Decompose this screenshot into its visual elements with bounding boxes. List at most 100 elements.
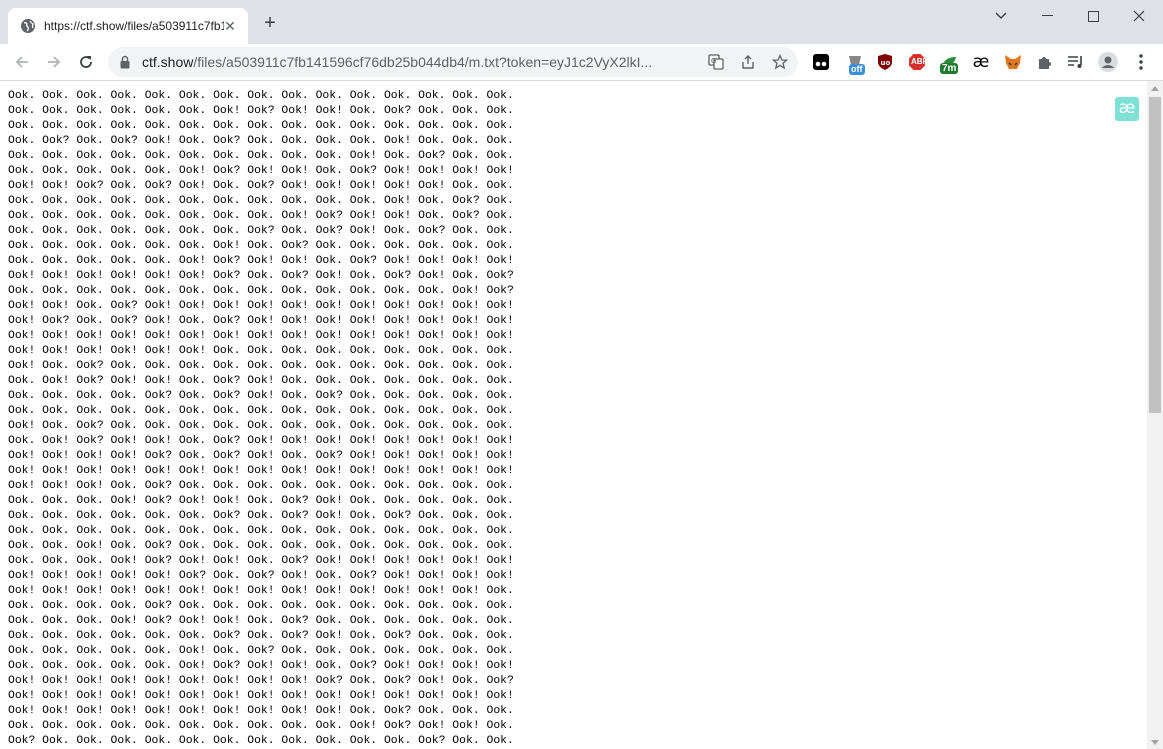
ook-line: Ook. Ook. Ook. Ook! Ook? Ook! Ook! Ook. … xyxy=(8,495,514,507)
minimize-icon xyxy=(1041,15,1053,16)
ook-line: Ook! Ook! Ook! Ook! Ook! Ook! Ook! Ook! … xyxy=(8,330,514,342)
scrollbar-thumb[interactable] xyxy=(1149,97,1161,413)
abp-label: ABP xyxy=(911,57,928,66)
ook-line: Ook. Ook. Ook. Ook. Ook. Ook. Ook. Ook. … xyxy=(8,120,514,132)
ook-line: Ook! Ook! Ook! Ook! Ook! Ook! Ook! Ook! … xyxy=(8,675,514,687)
extension-metamask[interactable] xyxy=(1003,52,1023,72)
address-bar[interactable]: ctf.show/files/a503911c7fb141596cf76db25… xyxy=(108,47,798,77)
arrow-left-icon xyxy=(15,56,28,68)
ook-line: Ook! Ook! Ook! Ook! Ook! Ook! Ook! Ook! … xyxy=(8,705,514,717)
extension-timer[interactable]: 7m xyxy=(939,52,959,74)
scroll-down-arrow-icon[interactable] xyxy=(1151,740,1159,745)
forward-button[interactable] xyxy=(42,50,66,74)
scroll-up-arrow-icon[interactable] xyxy=(1151,86,1159,91)
bookmark-star-icon[interactable] xyxy=(772,54,788,70)
extension-adblock-plus[interactable]: ABP xyxy=(907,52,928,72)
ook-line: Ook. Ook. Ook. Ook! Ook? Ook! Ook! Ook. … xyxy=(8,555,514,567)
ook-line: Ook. Ook. Ook. Ook. Ook. Ook. Ook. Ook. … xyxy=(8,210,514,222)
url-text[interactable]: ctf.show/files/a503911c7fb141596cf76db25… xyxy=(142,54,702,70)
ook-line: Ook. Ook. Ook! Ook. Ook? Ook. Ook. Ook. … xyxy=(8,540,514,552)
timer-badge: 7m xyxy=(940,63,959,74)
maximize-button[interactable] xyxy=(1070,0,1116,32)
back-button[interactable] xyxy=(10,50,34,74)
ook-line: Ook! Ook! Ook! Ook! Ook! Ook? Ook. Ook? … xyxy=(8,570,514,582)
tab-title: https://ctf.show/files/a503911c7fb141596… xyxy=(44,19,224,33)
ook-line: Ook. Ook. Ook. Ook. Ook. Ook. Ook. Ook? … xyxy=(8,225,514,237)
ook-line: Ook. Ook! Ook? Ook! Ook! Ook. Ook? Ook! … xyxy=(8,435,514,447)
ook-line: Ook. Ook. Ook. Ook. Ook. Ook. Ook. Ook. … xyxy=(8,525,514,537)
ook-line: Ook! Ook! Ook! Ook! Ook! Ook! Ook? Ook. … xyxy=(8,270,514,282)
page-content: Ook. Ook. Ook. Ook. Ook. Ook. Ook. Ook. … xyxy=(0,81,1147,749)
browser-toolbar: ctf.show/files/a503911c7fb141596cf76db25… xyxy=(0,44,1163,81)
ook-line: Ook! Ook! Ook! Ook. Ook? Ook. Ook. Ook. … xyxy=(8,480,514,492)
active-tab[interactable]: https://ctf.show/files/a503911c7fb141596… xyxy=(8,8,248,44)
close-window-button[interactable] xyxy=(1116,0,1162,32)
vertical-scrollbar[interactable] xyxy=(1147,81,1163,749)
ook-line: Ook! Ook! Ook! Ook! Ook! Ook! Ook. Ook. … xyxy=(8,345,514,357)
chevron-down-icon xyxy=(995,12,1007,19)
ook-line: Ook. Ook! Ook? Ook! Ook! Ook. Ook? Ook! … xyxy=(8,375,514,387)
share-icon[interactable] xyxy=(740,54,756,70)
ae-icon: æ xyxy=(972,52,990,72)
extension-ae[interactable]: æ xyxy=(971,52,991,72)
translate-icon[interactable]: G xyxy=(708,54,724,70)
svg-text:G: G xyxy=(711,57,716,65)
ook-line: Ook? Ook. Ook. Ook. Ook. Ook. Ook. Ook. … xyxy=(8,735,514,747)
media-control-button[interactable] xyxy=(1066,52,1086,72)
ook-line: Ook. Ook. Ook. Ook! Ook? Ook! Ook! Ook. … xyxy=(8,615,514,627)
ook-line: Ook! Ook! Ook! Ook! Ook? Ook. Ook? Ook! … xyxy=(8,450,514,462)
url-host: ctf.show xyxy=(142,54,194,70)
ook-line: Ook. Ook. Ook. Ook. Ook. Ook. Ook. Ook. … xyxy=(8,405,514,417)
ook-line: Ook! Ook. Ook? Ook. Ook. Ook. Ook. Ook. … xyxy=(8,420,514,432)
ublock-shield-icon: uo xyxy=(878,54,892,70)
new-tab-button[interactable]: + xyxy=(260,13,280,34)
globe-icon xyxy=(21,19,35,33)
tab-strip: https://ctf.show/files/a503911c7fb141596… xyxy=(0,0,1163,44)
profile-button[interactable] xyxy=(1098,52,1118,72)
ook-line: Ook. Ook. Ook. Ook. Ook. Ook. Ook! Ook? … xyxy=(8,105,514,117)
close-icon xyxy=(1133,10,1145,22)
ook-line: Ook. Ook. Ook. Ook. Ook. Ook! Ook? Ook! … xyxy=(8,660,514,672)
ook-line: Ook. Ook. Ook. Ook. Ook? Ook. Ook. Ook. … xyxy=(8,600,514,612)
url-path: /files/a503911c7fb141596cf76db25b044db4/… xyxy=(193,54,653,70)
puzzle-piece-icon xyxy=(1039,57,1051,69)
lock-icon[interactable] xyxy=(120,55,130,69)
ook-line: Ook. Ook. Ook. Ook. Ook. Ook. Ook? Ook. … xyxy=(8,510,514,522)
ook-line: Ook. Ook. Ook. Ook. Ook. Ook. Ook. Ook. … xyxy=(8,90,514,102)
avatar-icon xyxy=(1098,52,1118,72)
ook-line: Ook. Ook. Ook. Ook. Ook? Ook. Ook? Ook! … xyxy=(8,390,514,402)
svg-text:uo: uo xyxy=(881,59,891,67)
ook-line: Ook! Ook. Ook? Ook. Ook. Ook. Ook. Ook. … xyxy=(8,360,514,372)
reload-button[interactable] xyxy=(74,50,98,74)
extension-ublock[interactable]: uo xyxy=(875,52,895,72)
ook-line: Ook! Ook! Ook! Ook! Ook! Ook! Ook! Ook! … xyxy=(8,465,514,477)
browser-menu-button[interactable] xyxy=(1131,52,1151,72)
ae-floating-button[interactable]: æ xyxy=(1115,97,1139,121)
extension-toggle[interactable]: off xyxy=(845,52,865,75)
tab-close-icon[interactable]: ✕ xyxy=(222,18,238,34)
fox-icon xyxy=(1005,55,1021,69)
ook-text-body: Ook. Ook. Ook. Ook. Ook. Ook. Ook. Ook. … xyxy=(0,81,1147,749)
ook-line: Ook! Ook? Ook. Ook? Ook! Ook. Ook? Ook! … xyxy=(8,315,514,327)
ook-line: Ook. Ook. Ook. Ook. Ook. Ook! Ook. Ook? … xyxy=(8,645,514,657)
ook-line: Ook. Ook. Ook. Ook. Ook. Ook. Ook! Ook. … xyxy=(8,240,514,252)
tampermonkey-icon xyxy=(813,54,829,70)
ook-line: Ook. Ook. Ook. Ook. Ook. Ook. Ook. Ook. … xyxy=(8,195,514,207)
tab-search-button[interactable] xyxy=(978,0,1024,32)
off-badge: off xyxy=(849,64,865,75)
ook-line: Ook! Ook! Ook. Ook? Ook! Ook! Ook! Ook! … xyxy=(8,300,514,312)
ook-line: Ook. Ook. Ook. Ook. Ook. Ook. Ook? Ook. … xyxy=(8,630,514,642)
ook-line: Ook. Ook. Ook. Ook. Ook. Ook! Ook? Ook! … xyxy=(8,165,514,177)
extensions-button[interactable] xyxy=(1035,52,1055,72)
ook-line: Ook. Ook. Ook. Ook. Ook. Ook! Ook? Ook! … xyxy=(8,255,514,267)
ook-line: Ook. Ook. Ook. Ook. Ook. Ook. Ook. Ook. … xyxy=(8,150,514,162)
maximize-icon xyxy=(1087,10,1099,22)
ook-line: Ook! Ook! Ook! Ook! Ook! Ook! Ook! Ook! … xyxy=(8,690,514,702)
minimize-button[interactable] xyxy=(1024,0,1070,32)
ook-line: Ook. Ook. Ook. Ook. Ook. Ook. Ook. Ook. … xyxy=(8,720,514,732)
reload-icon xyxy=(80,56,92,68)
ook-line: Ook. Ook? Ook. Ook? Ook! Ook. Ook? Ook. … xyxy=(8,135,514,147)
more-vert-icon xyxy=(1139,54,1143,70)
arrow-right-icon xyxy=(48,56,61,68)
extension-tampermonkey[interactable] xyxy=(811,52,831,72)
